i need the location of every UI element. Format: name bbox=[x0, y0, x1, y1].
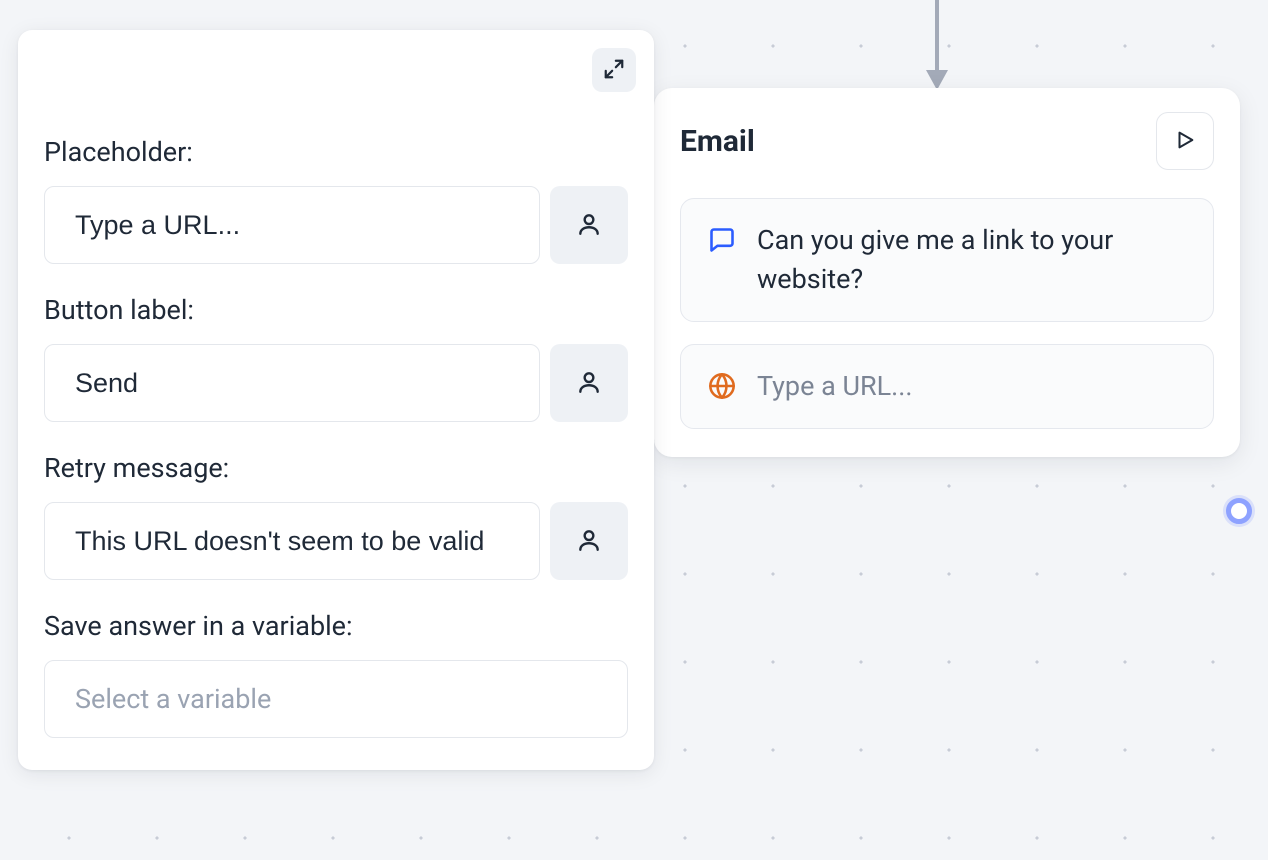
email-node-card[interactable]: Email Can you give me a link to your web… bbox=[654, 88, 1240, 457]
block-settings-panel: Placeholder: Button label: bbox=[18, 30, 654, 770]
globe-icon bbox=[707, 371, 737, 401]
expand-button[interactable] bbox=[592, 48, 636, 92]
url-input-block[interactable]: Type a URL... bbox=[680, 344, 1214, 429]
url-input-block-text: Type a URL... bbox=[757, 367, 913, 406]
message-block-text: Can you give me a link to your website? bbox=[757, 221, 1187, 299]
node-title: Email bbox=[680, 124, 755, 159]
button-label-input[interactable] bbox=[44, 344, 540, 422]
placeholder-field-label: Placeholder: bbox=[44, 136, 628, 168]
retry-message-personalize-button[interactable] bbox=[550, 502, 628, 580]
save-variable-placeholder: Select a variable bbox=[75, 683, 271, 715]
message-block[interactable]: Can you give me a link to your website? bbox=[680, 198, 1214, 322]
button-label-personalize-button[interactable] bbox=[550, 344, 628, 422]
user-icon bbox=[576, 369, 602, 398]
play-icon bbox=[1174, 129, 1196, 154]
user-icon bbox=[576, 527, 602, 556]
output-port[interactable] bbox=[1226, 498, 1252, 524]
incoming-edge-arrowhead bbox=[926, 70, 948, 90]
save-variable-field-label: Save answer in a variable: bbox=[44, 610, 628, 642]
incoming-edge bbox=[935, 0, 939, 74]
retry-message-input[interactable] bbox=[44, 502, 540, 580]
button-label-field-label: Button label: bbox=[44, 294, 628, 326]
user-icon bbox=[576, 211, 602, 240]
expand-icon bbox=[603, 58, 625, 83]
preview-button[interactable] bbox=[1156, 112, 1214, 170]
retry-message-field-label: Retry message: bbox=[44, 452, 628, 484]
chat-bubble-icon bbox=[707, 225, 737, 255]
placeholder-input[interactable] bbox=[44, 186, 540, 264]
save-variable-select[interactable]: Select a variable bbox=[44, 660, 628, 738]
placeholder-personalize-button[interactable] bbox=[550, 186, 628, 264]
